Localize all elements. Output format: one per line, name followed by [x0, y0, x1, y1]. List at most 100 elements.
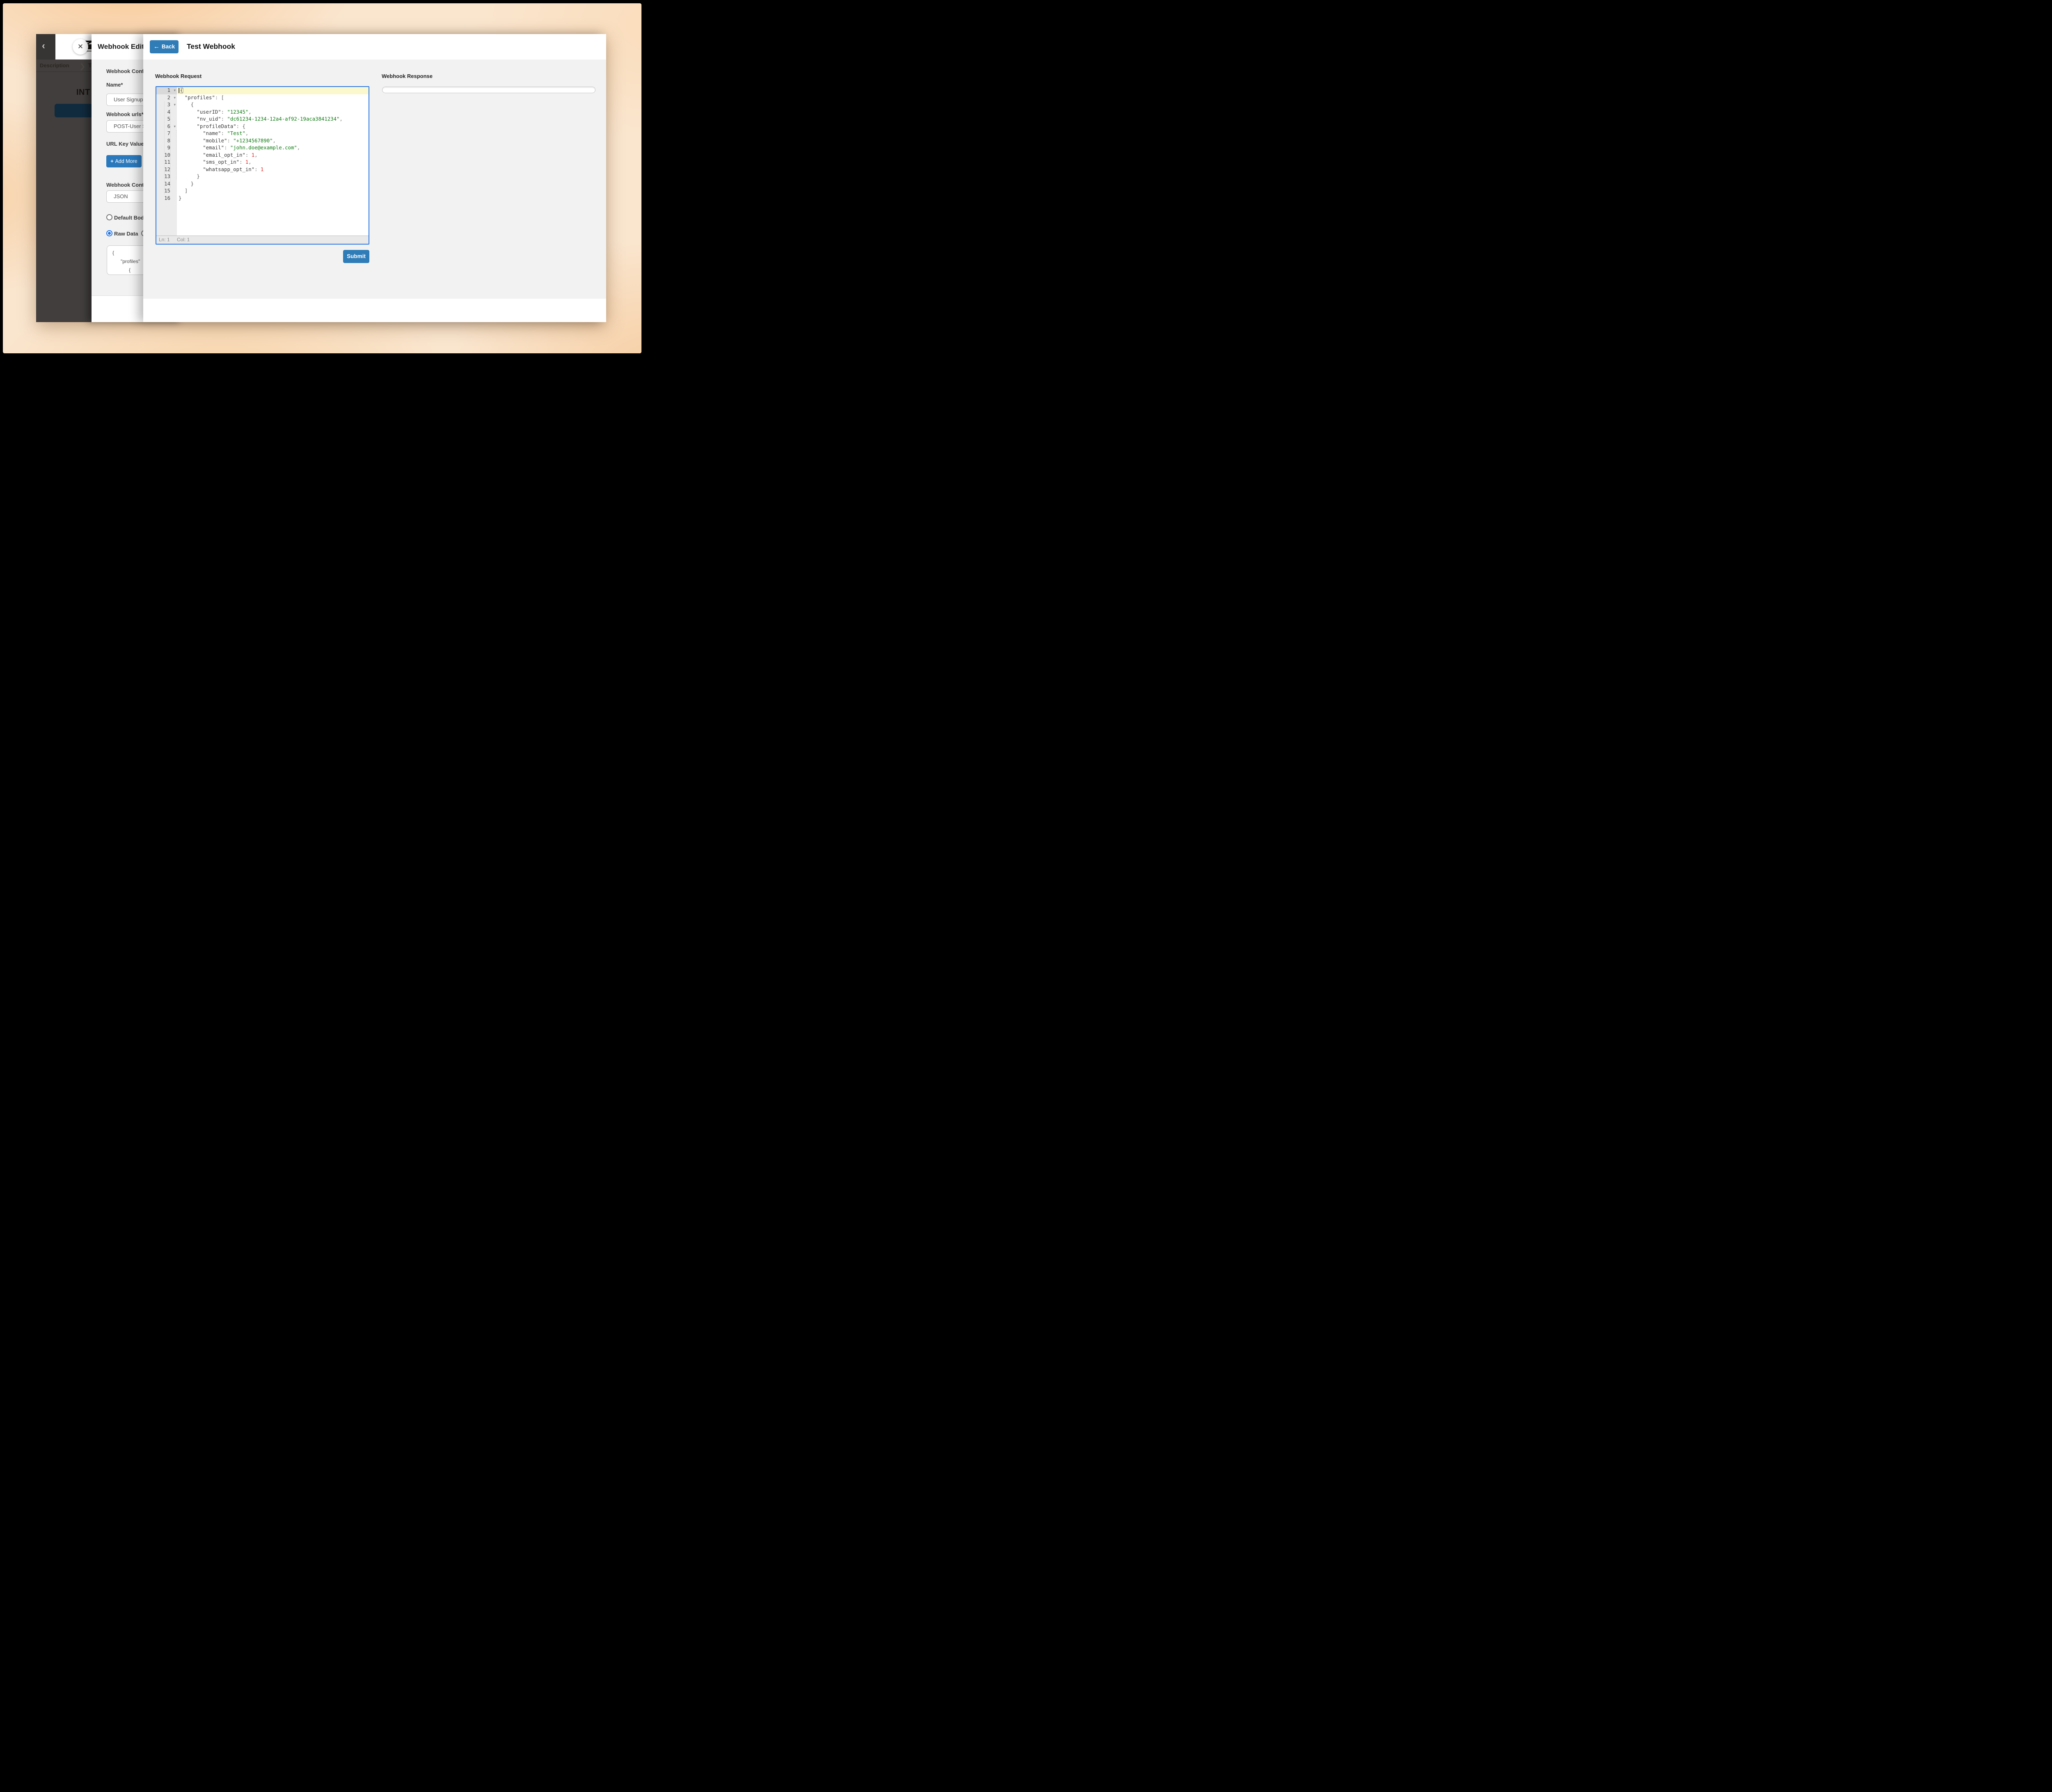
back-button-label: Back	[161, 43, 175, 50]
code-token: :	[215, 94, 221, 101]
code-token: :	[236, 123, 243, 129]
code-token: "whatsapp_opt_in"	[203, 166, 255, 172]
code-token: ,	[248, 159, 252, 165]
code-token: ,	[248, 109, 252, 115]
code-token: :	[227, 137, 234, 144]
code-line[interactable]: "email": "john.doe@example.com",	[177, 144, 369, 152]
code-token: :	[254, 166, 261, 172]
plus-icon: +	[110, 158, 114, 164]
indent-guide	[164, 101, 165, 195]
code-line[interactable]: "profiles": [	[177, 94, 369, 102]
drawer-close-button[interactable]: ✕	[73, 39, 88, 55]
raw-data-radio[interactable]	[106, 230, 112, 236]
code-token: "12345"	[227, 109, 249, 115]
code-token: :	[245, 152, 252, 158]
gutter-line-number: 16	[164, 195, 170, 201]
code-line[interactable]: {	[177, 87, 369, 94]
app-window: ‹ Description › T INT ✕ Webhook Edit Web…	[36, 34, 606, 322]
gutter-line-number: 9	[167, 145, 170, 151]
gutter-line-number: 7	[167, 130, 170, 136]
tab-description[interactable]: Description	[40, 62, 69, 69]
code-token: }	[197, 174, 200, 179]
code-token: :	[224, 145, 230, 151]
code-token: "Test"	[227, 130, 245, 136]
code-token: ,	[273, 137, 276, 144]
add-more-button[interactable]: + Add More	[106, 155, 142, 167]
back-button[interactable]: ← Back	[150, 40, 179, 53]
back-arrow-icon: ←	[153, 43, 160, 50]
chevron-left-icon: ‹	[42, 40, 45, 51]
gutter-line-number: 10	[164, 152, 170, 158]
code-line[interactable]: }	[177, 195, 369, 202]
gutter-line-number: 4	[167, 109, 170, 115]
submit-button[interactable]: Submit	[343, 250, 369, 263]
code-token: :	[221, 116, 227, 122]
fold-caret-icon[interactable]: ▾	[174, 87, 176, 94]
code-token: 1	[251, 152, 255, 158]
code-token: "userID"	[197, 109, 221, 115]
code-line[interactable]: }	[177, 181, 369, 188]
code-token: "john.doe@example.com"	[230, 145, 297, 151]
fold-caret-icon[interactable]: ▾	[174, 101, 176, 109]
code-line[interactable]: "email_opt_in": 1,	[177, 152, 369, 159]
json-code-editor[interactable]: 1 ▾ 2 ▾ 3 ▾ 4 5 6 ▾ 7 8 9 10 11 12 13 14 15 16 { "profiles"…	[156, 86, 369, 245]
gutter-line-number: 3 ▾	[156, 101, 177, 109]
code-token: {	[190, 102, 194, 108]
code-line[interactable]: {	[177, 101, 369, 109]
code-token: "mobile"	[203, 137, 227, 144]
default-body-radio-label: Default Body	[114, 215, 147, 221]
raw-data-radio-label: Raw Data	[114, 231, 138, 237]
code-line[interactable]: "mobile": "+1234567890",	[177, 137, 369, 145]
code-line[interactable]: "userID": "12345",	[177, 109, 369, 116]
code-line[interactable]: }	[177, 173, 369, 181]
code-token: ,	[254, 152, 258, 158]
code-token: "sms_opt_in"	[203, 159, 240, 165]
code-token: {	[242, 123, 245, 129]
fold-caret-icon[interactable]: ▾	[174, 123, 176, 130]
code-line[interactable]: "sms_opt_in": 1,	[177, 159, 369, 166]
gutter-line-number: 5	[167, 116, 170, 122]
gutter-line-number: 15	[164, 188, 170, 194]
gutter-line-number: 8	[167, 137, 170, 144]
code-token: "email_opt_in"	[203, 152, 245, 158]
webhook-response-field[interactable]	[382, 87, 595, 93]
sidebar-back-button[interactable]: ‹	[36, 34, 55, 60]
gutter-line-number: 12	[164, 166, 170, 172]
code-token: ]	[184, 188, 188, 194]
editor-code[interactable]: { "profiles": [ { "userID": "12345", "nv…	[177, 87, 369, 236]
code-line[interactable]: "nv_uid": "dc61234-1234-12a4-af92-19aca3…	[177, 116, 369, 123]
test-webhook-panel: ← Back Test Webhook Webhook Request Webho…	[143, 34, 606, 322]
test-webhook-body: Webhook Request Webhook Response 1 ▾ 2 ▾ 3 ▾ 4…	[143, 60, 606, 299]
fold-caret-icon[interactable]: ▾	[174, 94, 176, 102]
code-line[interactable]: ]	[177, 188, 369, 195]
default-body-radio[interactable]	[106, 214, 112, 220]
code-token: [	[221, 94, 224, 101]
code-line[interactable]: "whatsapp_opt_in": 1	[177, 166, 369, 174]
editor-status-bar: Ln: 1 Col: 1	[156, 236, 369, 244]
code-line[interactable]: "profileData": {	[177, 123, 369, 130]
code-token: ,	[245, 130, 249, 136]
status-column-number: Col: 1	[177, 237, 190, 243]
dark-page-button[interactable]	[55, 104, 94, 117]
webhook-response-label: Webhook Response	[382, 73, 433, 79]
page-heading-partial: INT	[76, 88, 90, 97]
gutter-line-number: 13	[164, 174, 170, 179]
code-line[interactable]: "name": "Test",	[177, 130, 369, 137]
code-token: "+1234567890"	[233, 137, 273, 144]
webhook-config-section-label: Webhook Conf	[106, 68, 144, 74]
code-token: "profileData"	[197, 123, 236, 129]
code-token: :	[221, 109, 227, 115]
indent-guide	[170, 108, 171, 188]
page-title: Test Webhook	[187, 42, 235, 50]
